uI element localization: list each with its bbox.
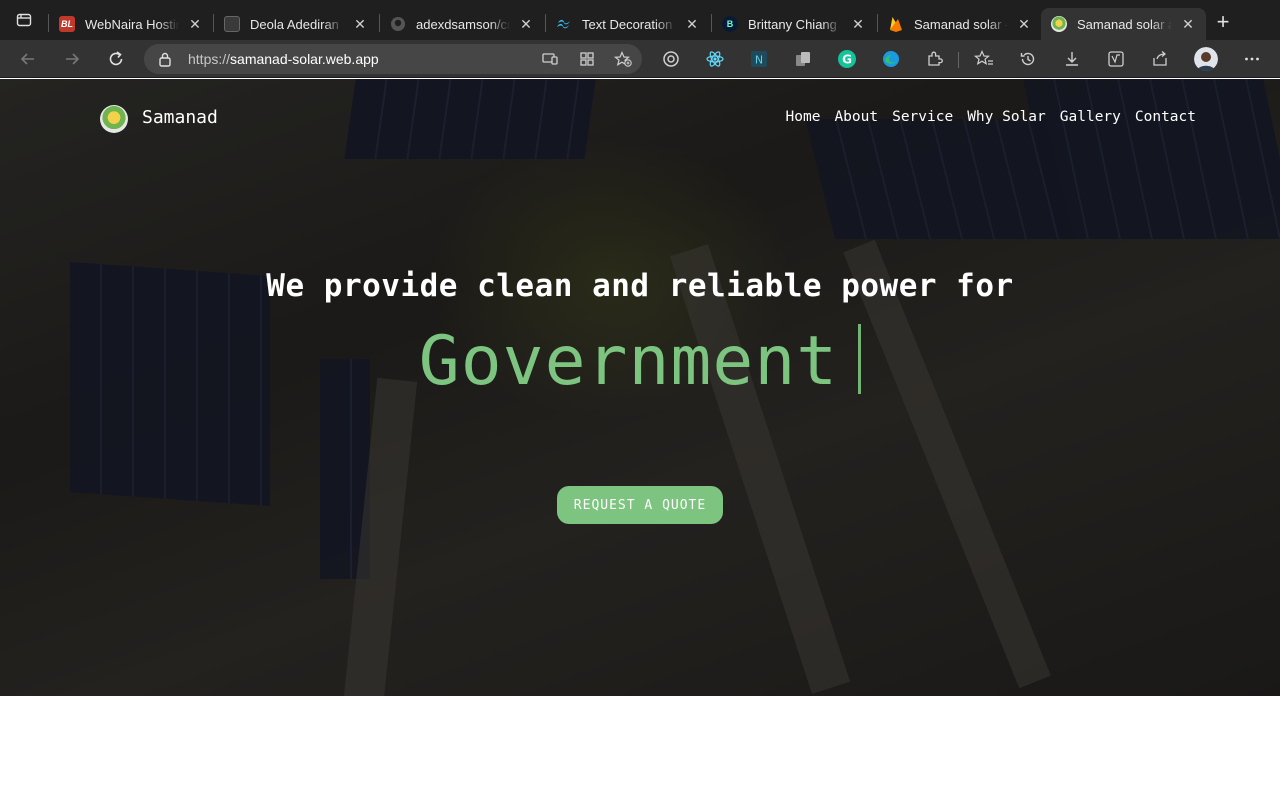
samanad-logo-icon — [1051, 16, 1067, 32]
close-tab-icon[interactable]: ✕ — [187, 16, 203, 32]
more-options-icon[interactable] — [1240, 47, 1264, 71]
page-body-below-hero — [0, 696, 1280, 800]
history-icon[interactable] — [1016, 47, 1040, 71]
close-tab-icon[interactable]: ✕ — [1180, 16, 1196, 32]
back-icon[interactable] — [16, 47, 40, 71]
downloads-icon[interactable] — [1060, 47, 1084, 71]
favorites-icon[interactable] — [972, 47, 996, 71]
close-tab-icon[interactable]: ✕ — [1016, 16, 1032, 32]
tab-title: Brittany Chiang — [748, 16, 837, 32]
tab-samanad-solar-active[interactable]: Samanad solar an ✕ — [1041, 8, 1206, 40]
apps-grid-icon[interactable] — [579, 51, 595, 67]
typed-word: Government — [418, 322, 839, 401]
tab-actions-icon[interactable] — [0, 0, 48, 40]
hero-headline: We provide clean and reliable power for — [266, 268, 1014, 304]
tab-title: Samanad solar an — [1077, 16, 1172, 32]
samanad-logo-icon[interactable] — [100, 105, 128, 133]
nav-about[interactable]: About — [834, 109, 878, 125]
tab-strip: BL WebNaira Hosting ✕ Deola Adediran | A… — [0, 0, 1280, 40]
refresh-icon[interactable] — [104, 47, 128, 71]
nav-gallery[interactable]: Gallery — [1060, 109, 1121, 125]
typing-cursor — [858, 324, 862, 394]
nav-links: Home About Service Why Solar Gallery Con… — [786, 109, 1196, 125]
tab-title: WebNaira Hosting — [85, 16, 179, 32]
close-tab-icon[interactable]: ✕ — [850, 16, 866, 32]
nav-why-solar[interactable]: Why Solar — [967, 109, 1046, 125]
hero-section: Samanad Home About Service Why Solar Gal… — [0, 79, 1280, 696]
profile-avatar-icon[interactable] — [1194, 47, 1218, 71]
tab-title: Samanad solar – F — [914, 16, 1008, 32]
lock-icon[interactable] — [158, 51, 172, 72]
extensions-puzzle-icon[interactable] — [923, 47, 947, 71]
typed-text-row: Government — [0, 322, 1280, 401]
tab-brittany-chiang[interactable]: B Brittany Chiang ✕ — [712, 8, 876, 40]
close-tab-icon[interactable]: ✕ — [518, 16, 534, 32]
bl-logo-icon: BL — [59, 16, 75, 32]
grammarly-icon[interactable]: G — [835, 47, 859, 71]
browser-toolbar: https://samanad-solar.web.app N G — [0, 40, 1280, 78]
site-navbar: Samanad Home About Service Why Solar Gal… — [0, 79, 1280, 159]
tab-samanad-firebase[interactable]: Samanad solar – F ✕ — [878, 8, 1042, 40]
tab-title: Deola Adediran | A — [250, 16, 344, 32]
install-app-icon[interactable] — [542, 51, 558, 67]
forward-icon[interactable] — [60, 47, 84, 71]
close-tab-icon[interactable]: ✕ — [684, 16, 700, 32]
url-text: https://samanad-solar.web.app — [188, 51, 379, 67]
github-icon — [390, 16, 406, 32]
copy-extension-icon[interactable] — [791, 47, 815, 71]
tab-title: adexdsamson/cre — [416, 16, 510, 32]
close-tab-icon[interactable]: ✕ — [352, 16, 368, 32]
extension-circle-icon[interactable] — [659, 47, 683, 71]
svg-text:G: G — [842, 53, 852, 67]
add-favorite-icon[interactable] — [613, 51, 632, 67]
tailwind-icon — [556, 16, 572, 32]
nav-service[interactable]: Service — [892, 109, 953, 125]
nav-home[interactable]: Home — [786, 109, 821, 125]
tab-text-decoration[interactable]: Text Decoration - ✕ — [546, 8, 710, 40]
new-tab-button[interactable]: + — [1210, 10, 1236, 36]
address-bar[interactable]: https://samanad-solar.web.app — [144, 44, 642, 74]
tab-github[interactable]: adexdsamson/cre ✕ — [380, 8, 544, 40]
request-quote-button[interactable]: REQUEST A QUOTE — [557, 486, 723, 524]
dark-square-icon — [224, 16, 240, 32]
brand-name[interactable]: Samanad — [142, 107, 218, 128]
b-logo-icon: B — [722, 16, 738, 32]
nav-contact[interactable]: Contact — [1135, 109, 1196, 125]
tab-webnaira[interactable]: BL WebNaira Hosting ✕ — [49, 8, 213, 40]
edge-extension-icon[interactable] — [879, 47, 903, 71]
svg-text:N: N — [755, 54, 763, 67]
toolbar-separator — [958, 52, 959, 68]
tab-deola[interactable]: Deola Adediran | A ✕ — [214, 8, 378, 40]
math-solver-icon[interactable] — [1104, 47, 1128, 71]
react-devtools-icon[interactable] — [703, 47, 727, 71]
tab-title: Text Decoration - — [582, 16, 676, 32]
share-icon[interactable] — [1148, 47, 1172, 71]
n-extension-icon[interactable]: N — [747, 47, 771, 71]
firebase-icon — [888, 16, 904, 32]
